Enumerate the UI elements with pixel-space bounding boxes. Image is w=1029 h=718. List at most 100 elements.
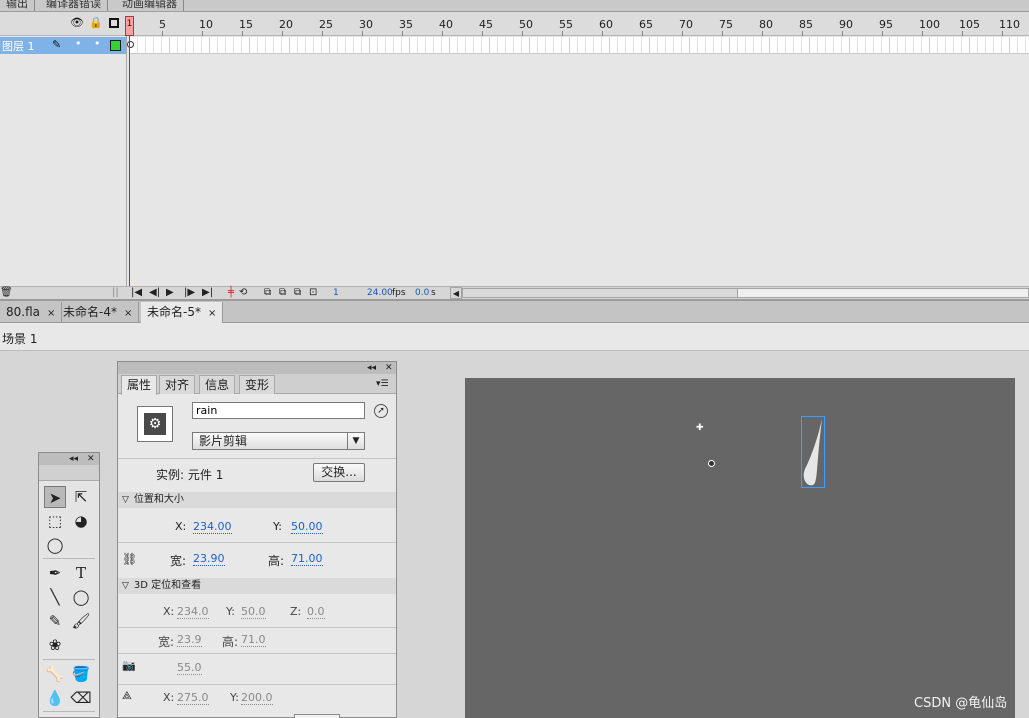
eyedropper-tool-icon[interactable]: 💧 (44, 687, 66, 709)
subselection-tool-icon[interactable]: ⇱ (70, 486, 92, 508)
lock-ratio-link-icon[interactable]: ⛓ (122, 552, 137, 566)
tools-grip[interactable] (39, 465, 99, 481)
close-icon[interactable]: × (124, 308, 132, 319)
tab-compiler-errors[interactable]: 编译器错误 (40, 0, 108, 11)
ruler-frame-number: 30 (359, 18, 373, 31)
collapse-icon[interactable]: ◂◂ (69, 453, 78, 465)
width3d-value[interactable]: 23.9 (177, 633, 202, 647)
doc-tab-label: 未命名-5* (147, 305, 201, 319)
close-icon[interactable]: ✕ (87, 453, 95, 465)
swap-button[interactable]: 交换... (313, 463, 365, 482)
layer-outline-color-swatch[interactable] (110, 40, 121, 51)
collapse-triangle-icon[interactable]: ▽ (122, 495, 129, 505)
movieclip-symbol-icon: ⚙ (137, 406, 173, 442)
oval-tool-icon[interactable]: ◯ (70, 586, 92, 608)
vanishing-y-value[interactable]: 200.0 (241, 691, 273, 705)
stage[interactable]: ✚ (465, 378, 1015, 718)
eraser-tool-icon[interactable]: ⌫ (70, 687, 92, 709)
close-icon[interactable]: × (47, 308, 55, 319)
vanishing-x-value[interactable]: 275.0 (177, 691, 209, 705)
x-value[interactable]: 234.00 (193, 520, 232, 534)
center-frame-icon[interactable]: ╪ (228, 287, 234, 299)
brush-tool-icon[interactable]: 🖌 (70, 610, 92, 632)
height-value[interactable]: 71.00 (291, 552, 323, 566)
position-size-section-header[interactable]: ▽ 位置和大小 (118, 492, 396, 508)
x3d-value[interactable]: 234.0 (177, 605, 209, 619)
layer-name[interactable]: 图层 1 (2, 38, 35, 54)
3d-position-section-header[interactable]: ▽ 3D 定位和查看 (118, 578, 396, 594)
tab-output[interactable]: 输出 (0, 0, 35, 11)
loop-icon[interactable]: ⟲ (239, 287, 247, 299)
close-icon[interactable]: × (208, 308, 216, 319)
perspective-angle-value[interactable]: 55.0 (177, 661, 202, 675)
height3d-value[interactable]: 71.0 (241, 633, 266, 647)
layer-frames[interactable] (127, 37, 1029, 54)
step-back-icon[interactable]: ◀| (149, 287, 160, 299)
y-value[interactable]: 50.00 (291, 520, 323, 534)
collapse-triangle-icon[interactable]: ▽ (122, 581, 129, 591)
show-hide-layers-icon[interactable]: 👁 (70, 17, 84, 29)
doc-tab[interactable]: 未命名-4* × (57, 302, 140, 323)
panel-menu-icon[interactable]: ▾☰ (376, 378, 389, 390)
ruler-frame-number: 20 (279, 18, 293, 31)
onion-skin-outlines-icon[interactable]: ⧉ (279, 287, 286, 299)
scrollbar-thumb[interactable] (463, 289, 738, 297)
tab-info[interactable]: 信息 (199, 375, 236, 394)
tab-transform[interactable]: 变形 (239, 375, 276, 394)
visible-dot-icon[interactable]: • (75, 37, 82, 50)
pen-tool-icon[interactable]: ✒ (44, 562, 66, 584)
ruler-frame-number: 50 (519, 18, 533, 31)
doc-tab-label: 80.fla (6, 305, 40, 319)
3d-rotation-tool-icon[interactable]: ◕ (70, 510, 92, 532)
play-icon[interactable]: ▶ (166, 287, 174, 299)
selected-movieclip-rain[interactable] (801, 416, 825, 488)
onion-skin-icon[interactable]: ⧉ (264, 287, 271, 299)
properties-title-bar[interactable]: ◂◂ ✕ (118, 362, 396, 374)
doc-tab-active[interactable]: 未命名-5* × (141, 302, 224, 324)
tab-motion-editor[interactable]: 动画编辑器 (116, 0, 184, 11)
delete-layer-icon[interactable]: 🗑 (0, 287, 13, 299)
divider (118, 458, 396, 459)
chevron-down-icon[interactable]: ▼ (347, 433, 364, 449)
text-tool-icon[interactable]: T (70, 562, 92, 584)
reset-button[interactable] (294, 714, 340, 718)
scene-breadcrumb[interactable]: 场景 1 (2, 330, 37, 347)
outline-layers-icon[interactable] (109, 18, 119, 28)
go-to-first-frame-icon[interactable]: |◀ (131, 287, 142, 299)
line-tool-icon[interactable]: ╲ (44, 586, 66, 608)
scroll-left-arrow[interactable]: ◀ (450, 287, 462, 299)
tab-properties[interactable]: 属性 (121, 375, 158, 395)
width-value[interactable]: 23.90 (193, 552, 225, 566)
width-label: 宽: (170, 554, 187, 568)
playhead[interactable]: 1 (125, 16, 134, 36)
go-to-last-frame-icon[interactable]: ▶| (202, 287, 213, 299)
edit-multiple-frames-icon[interactable]: ⧉ (294, 287, 301, 299)
deco-tool-icon[interactable]: ❀ (44, 634, 66, 656)
free-transform-tool-icon[interactable]: ⬚ (44, 510, 66, 532)
tab-align[interactable]: 对齐 (159, 375, 196, 394)
paint-bucket-tool-icon[interactable]: 🪣 (70, 663, 92, 685)
timeline-horizontal-scrollbar[interactable] (462, 288, 1029, 298)
doc-tab[interactable]: 80.fla × (0, 302, 63, 323)
symbol-type-select[interactable]: 影片剪辑 ▼ (192, 432, 365, 450)
bone-tool-icon[interactable]: 🦴 (44, 663, 66, 685)
instance-name-input[interactable] (192, 402, 365, 419)
lasso-tool-icon[interactable]: ◯ (44, 534, 66, 556)
modify-onion-markers-icon[interactable]: ⊡ (309, 287, 317, 299)
tools-title-bar[interactable]: ◂◂ ✕ (39, 453, 99, 465)
close-icon[interactable]: ✕ (385, 362, 393, 374)
step-forward-icon[interactable]: |▶ (184, 287, 195, 299)
pencil-tool-icon[interactable]: ✎ (44, 610, 66, 632)
transformation-point[interactable] (708, 460, 715, 467)
lock-layers-icon[interactable]: 🔒 (89, 17, 103, 29)
y3d-value[interactable]: 50.0 (241, 605, 266, 619)
edit-symbol-icon[interactable]: ➚ (374, 404, 388, 418)
unlocked-dot-icon[interactable]: • (94, 37, 101, 50)
timeline-panel: 👁 🔒 151015202530354045505560657075808590… (0, 12, 1029, 300)
layer-row[interactable]: 图层 1 ✎ • • (0, 37, 127, 54)
ruler-frame-number: 10 (199, 18, 213, 31)
frame-ruler[interactable]: 1510152025303540455055606570758085909510… (127, 12, 1029, 36)
collapse-icon[interactable]: ◂◂ (367, 362, 376, 374)
z3d-value[interactable]: 0.0 (307, 605, 325, 619)
selection-tool-icon[interactable]: ➤ (44, 486, 66, 508)
